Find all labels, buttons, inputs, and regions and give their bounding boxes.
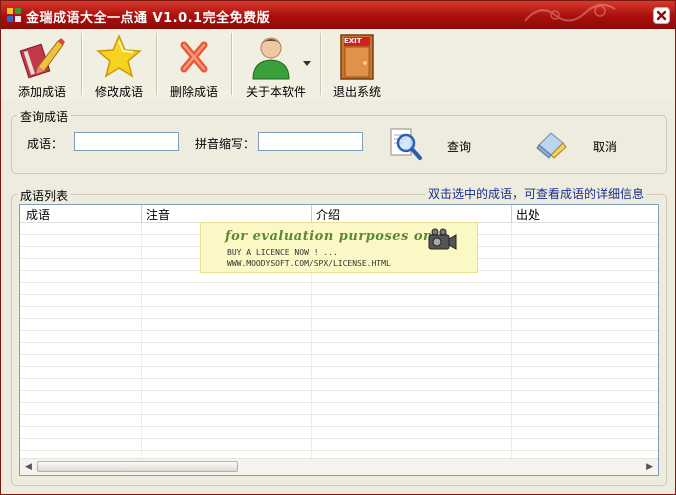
scrollbar-thumb[interactable] [37, 461, 238, 472]
scroll-right-icon[interactable]: ▶ [646, 462, 653, 472]
toolbar-separator [156, 33, 158, 95]
column-header-pinyin[interactable]: 注音 [146, 206, 170, 223]
edit-idiom-label: 修改成语 [94, 85, 143, 99]
delete-idiom-button[interactable]: 删除成语 [163, 31, 225, 99]
about-label: 关于本软件 [245, 85, 306, 99]
delete-x-icon [180, 41, 208, 73]
scroll-left-icon[interactable]: ◀ [25, 462, 32, 472]
list-group-label: 成语列表 [17, 187, 72, 204]
column-divider[interactable] [511, 205, 512, 222]
column-divider[interactable] [311, 205, 312, 222]
column-gridline [511, 223, 512, 461]
horizontal-scrollbar[interactable]: ◀ ▶ [20, 458, 658, 475]
window-title: 金瑞成语大全一点通 V1.0.1完全免费版 [26, 11, 271, 26]
cancel-label: 取消 [593, 140, 618, 154]
edit-idiom-button[interactable]: 修改成语 [87, 31, 151, 99]
watermark-line3: WWW.MOODYSOFT.COM/SPX/LICENSE.HTML [227, 259, 391, 268]
add-idiom-label: 添加成语 [17, 85, 66, 99]
toolbar-separator [320, 33, 322, 95]
column-gridline [141, 223, 142, 461]
exit-label: 退出系统 [332, 85, 381, 99]
pinyin-field-label: 拼音缩写： [195, 137, 256, 151]
main-window: 金瑞成语大全一点通 V1.0.1完全免费版 添加成语 修改成语 删除成语 关于本… [0, 0, 676, 495]
column-divider[interactable] [141, 205, 142, 222]
search-button[interactable]: 查询 [385, 123, 475, 163]
list-hint: 双击选中的成语，可查看成语的详细信息 [425, 185, 648, 202]
watermark-line2: BUY A LICENCE NOW ! ... [227, 248, 338, 257]
chevron-down-icon[interactable] [303, 61, 311, 67]
idiom-field-label: 成语： [27, 137, 64, 151]
column-header-intro[interactable]: 介绍 [316, 206, 340, 223]
add-idiom-icon [19, 38, 65, 79]
clear-icon [536, 132, 567, 159]
toolbar: 添加成语 修改成语 删除成语 关于本软件 EXIT 退出系统 [1, 29, 675, 101]
delete-idiom-label: 删除成语 [169, 85, 218, 99]
pinyin-input[interactable] [258, 132, 363, 151]
add-idiom-button[interactable]: 添加成语 [7, 31, 77, 99]
idiom-input[interactable] [74, 132, 179, 151]
watermark-line1: for evaluation purposes only. [225, 229, 451, 244]
camera-icon [428, 228, 457, 250]
toolbar-separator [231, 33, 233, 95]
column-header-idiom[interactable]: 成语 [26, 206, 50, 223]
star-icon [96, 34, 142, 78]
app-icon [7, 8, 21, 22]
toolbar-separator [81, 33, 83, 95]
exit-sign-text: EXIT [344, 37, 362, 45]
title-bar[interactable]: 金瑞成语大全一点通 V1.0.1完全免费版 [1, 1, 675, 29]
exit-button[interactable]: EXIT 退出系统 [327, 31, 387, 99]
user-icon [252, 37, 290, 80]
about-button[interactable]: 关于本软件 [237, 31, 315, 99]
cancel-button[interactable]: 取消 [531, 123, 621, 163]
search-label: 查询 [447, 140, 472, 154]
close-button[interactable] [653, 7, 670, 24]
query-group-label: 查询成语 [17, 108, 72, 125]
close-icon [656, 10, 667, 21]
column-header-source[interactable]: 出处 [516, 206, 540, 223]
search-icon [390, 128, 422, 160]
title-ornament [524, 3, 616, 22]
evaluation-watermark: for evaluation purposes only. BUY A LICE… [200, 222, 478, 273]
table-header: 成语 注音 介绍 出处 [20, 205, 658, 223]
